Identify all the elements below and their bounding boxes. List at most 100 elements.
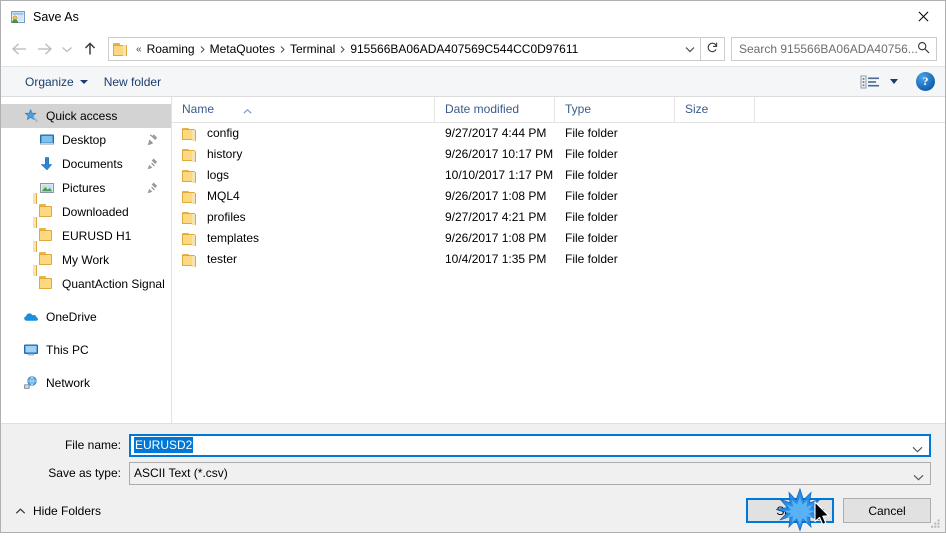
view-layout-icon[interactable]	[860, 74, 882, 90]
chevron-down-icon[interactable]	[913, 470, 924, 484]
pin-icon[interactable]	[146, 133, 159, 146]
file-name-cell: config	[172, 123, 435, 144]
refresh-button[interactable]	[701, 37, 725, 61]
file-type-cell: File folder	[565, 210, 618, 224]
help-button[interactable]: ?	[916, 72, 935, 91]
save-as-type-select[interactable]: ASCII Text (*.csv)	[129, 461, 931, 485]
up-arrow-icon	[82, 41, 98, 57]
table-row[interactable]: config 9/27/2017 4:44 PM File folder	[172, 123, 945, 144]
table-row[interactable]: profiles 9/27/2017 4:21 PM File folder	[172, 207, 945, 228]
table-row[interactable]: history 9/26/2017 10:17 PM File folder	[172, 144, 945, 165]
save-form: File name: EURUSD2 Save as type: ASCII T…	[1, 423, 945, 489]
column-header-name[interactable]: Name	[172, 97, 435, 122]
sidebar-item-label: OneDrive	[46, 310, 97, 324]
file-date-cell: 10/10/2017 1:17 PM	[445, 168, 554, 182]
sort-ascending-icon	[243, 98, 252, 114]
search-box[interactable]: Search 915566BA06ADA40756...	[731, 37, 937, 61]
organize-button[interactable]: Organize	[17, 72, 96, 92]
star-pin-icon	[23, 108, 39, 124]
up-button[interactable]	[76, 36, 103, 62]
chevron-up-icon	[15, 504, 26, 518]
address-bar[interactable]: « Roaming MetaQuotes Terminal 915566BA06…	[108, 37, 701, 61]
file-date-cell: 9/27/2017 4:44 PM	[445, 126, 547, 140]
back-button[interactable]	[7, 36, 32, 62]
recent-locations-button[interactable]	[57, 36, 76, 62]
sidebar-item-label: QuantAction Signal	[62, 277, 165, 291]
sidebar-item-downloaded[interactable]: Downloaded	[1, 193, 171, 224]
sidebar-item-label: Quick access	[46, 109, 118, 123]
file-size-cell	[675, 123, 755, 144]
command-toolbar: Organize New folder ?	[1, 66, 945, 97]
hide-folders-button[interactable]: Hide Folders	[15, 504, 101, 518]
pictures-icon	[39, 180, 55, 196]
sidebar-item-eurusd-h1[interactable]: EURUSD H1	[1, 217, 171, 248]
sidebar-item-desktop[interactable]: Desktop	[1, 128, 171, 152]
file-date-cell: 9/26/2017 1:08 PM	[445, 189, 547, 203]
table-row[interactable]: MQL4 9/26/2017 1:08 PM File folder	[172, 186, 945, 207]
folder-icon	[182, 211, 198, 225]
file-size-cell	[675, 207, 755, 228]
folder-icon	[33, 265, 55, 292]
file-rows: config 9/27/2017 4:44 PM File folder his…	[172, 123, 945, 423]
column-header-size[interactable]: Size	[675, 97, 755, 122]
view-options-chevron-down-icon[interactable]	[890, 79, 898, 84]
file-name-cell: profiles	[172, 207, 435, 228]
file-name-cell: templates	[172, 228, 435, 249]
breadcrumb-item-terminal-id[interactable]: 915566BA06ADA407569C544CC0D97611	[347, 41, 581, 57]
save-button[interactable]: Save	[746, 498, 834, 523]
organize-label: Organize	[25, 74, 74, 89]
file-type-cell: File folder	[565, 189, 618, 203]
window-title: Save As	[33, 9, 79, 24]
breadcrumb-item-terminal[interactable]: Terminal	[287, 41, 338, 57]
hide-folders-label: Hide Folders	[33, 503, 102, 518]
file-size-cell	[675, 186, 755, 207]
chevron-down-icon[interactable]	[912, 442, 923, 456]
folder-icon	[182, 127, 198, 141]
sidebar-item-quick-access[interactable]: Quick access	[1, 104, 171, 128]
resize-grip-icon[interactable]	[929, 517, 941, 529]
new-folder-button[interactable]: New folder	[96, 72, 169, 92]
file-name-label: File name:	[64, 438, 121, 452]
file-name-label: templates	[207, 231, 260, 245]
table-row[interactable]: tester 10/4/2017 1:35 PM File folder	[172, 249, 945, 270]
breadcrumb-overflow[interactable]: «	[134, 44, 144, 55]
search-input[interactable]: Search 915566BA06ADA40756...	[739, 42, 917, 56]
breadcrumb-chevron-icon[interactable]	[338, 45, 347, 54]
breadcrumb-item-roaming[interactable]: Roaming	[144, 41, 198, 57]
save-as-type-label: Save as type:	[48, 466, 121, 480]
cancel-button[interactable]: Cancel	[843, 498, 931, 523]
dialog-footer: Hide Folders Save Cancel	[1, 489, 945, 532]
file-name-label: history	[207, 147, 243, 161]
file-name-cell: tester	[172, 249, 435, 270]
column-header-type[interactable]: Type	[555, 97, 675, 122]
cancel-button-label: Cancel	[868, 503, 906, 518]
navigation-pane: Quick access Desktop Documents Pictures …	[1, 97, 172, 423]
sidebar-item-network[interactable]: Network	[1, 371, 171, 395]
breadcrumb-item-metaquotes[interactable]: MetaQuotes	[207, 41, 278, 57]
close-button[interactable]	[899, 1, 945, 31]
sidebar-item-this-pc[interactable]: This PC	[1, 338, 171, 362]
column-header-date-modified[interactable]: Date modified	[435, 97, 555, 122]
file-name-row: File name: EURUSD2	[1, 433, 945, 457]
forward-button[interactable]	[32, 36, 57, 62]
sidebar-item-onedrive[interactable]: OneDrive	[1, 305, 171, 329]
pin-icon[interactable]	[146, 157, 159, 170]
sidebar-item-my-work[interactable]: My Work	[1, 241, 171, 272]
folder-icon	[33, 193, 55, 220]
title-bar: Save As	[1, 1, 945, 32]
address-dropdown-button[interactable]	[680, 38, 700, 60]
sidebar-item-documents[interactable]: Documents	[1, 152, 171, 176]
table-row[interactable]: templates 9/26/2017 1:08 PM File folder	[172, 228, 945, 249]
table-row[interactable]: logs 10/10/2017 1:17 PM File folder	[172, 165, 945, 186]
refresh-icon	[706, 41, 719, 57]
sidebar-item-quantaction-signal[interactable]: QuantAction Signal	[1, 265, 171, 296]
file-name-input[interactable]: EURUSD2	[129, 433, 931, 457]
file-date-cell: 9/26/2017 10:17 PM	[445, 147, 554, 161]
breadcrumb-chevron-icon[interactable]	[198, 45, 207, 54]
sidebar-item-pictures[interactable]: Pictures	[1, 176, 171, 200]
sidebar-item-label: This PC	[46, 343, 89, 357]
forward-arrow-icon	[36, 42, 53, 56]
folder-icon	[182, 169, 198, 183]
breadcrumb-chevron-icon[interactable]	[278, 45, 287, 54]
pin-icon[interactable]	[146, 181, 159, 194]
